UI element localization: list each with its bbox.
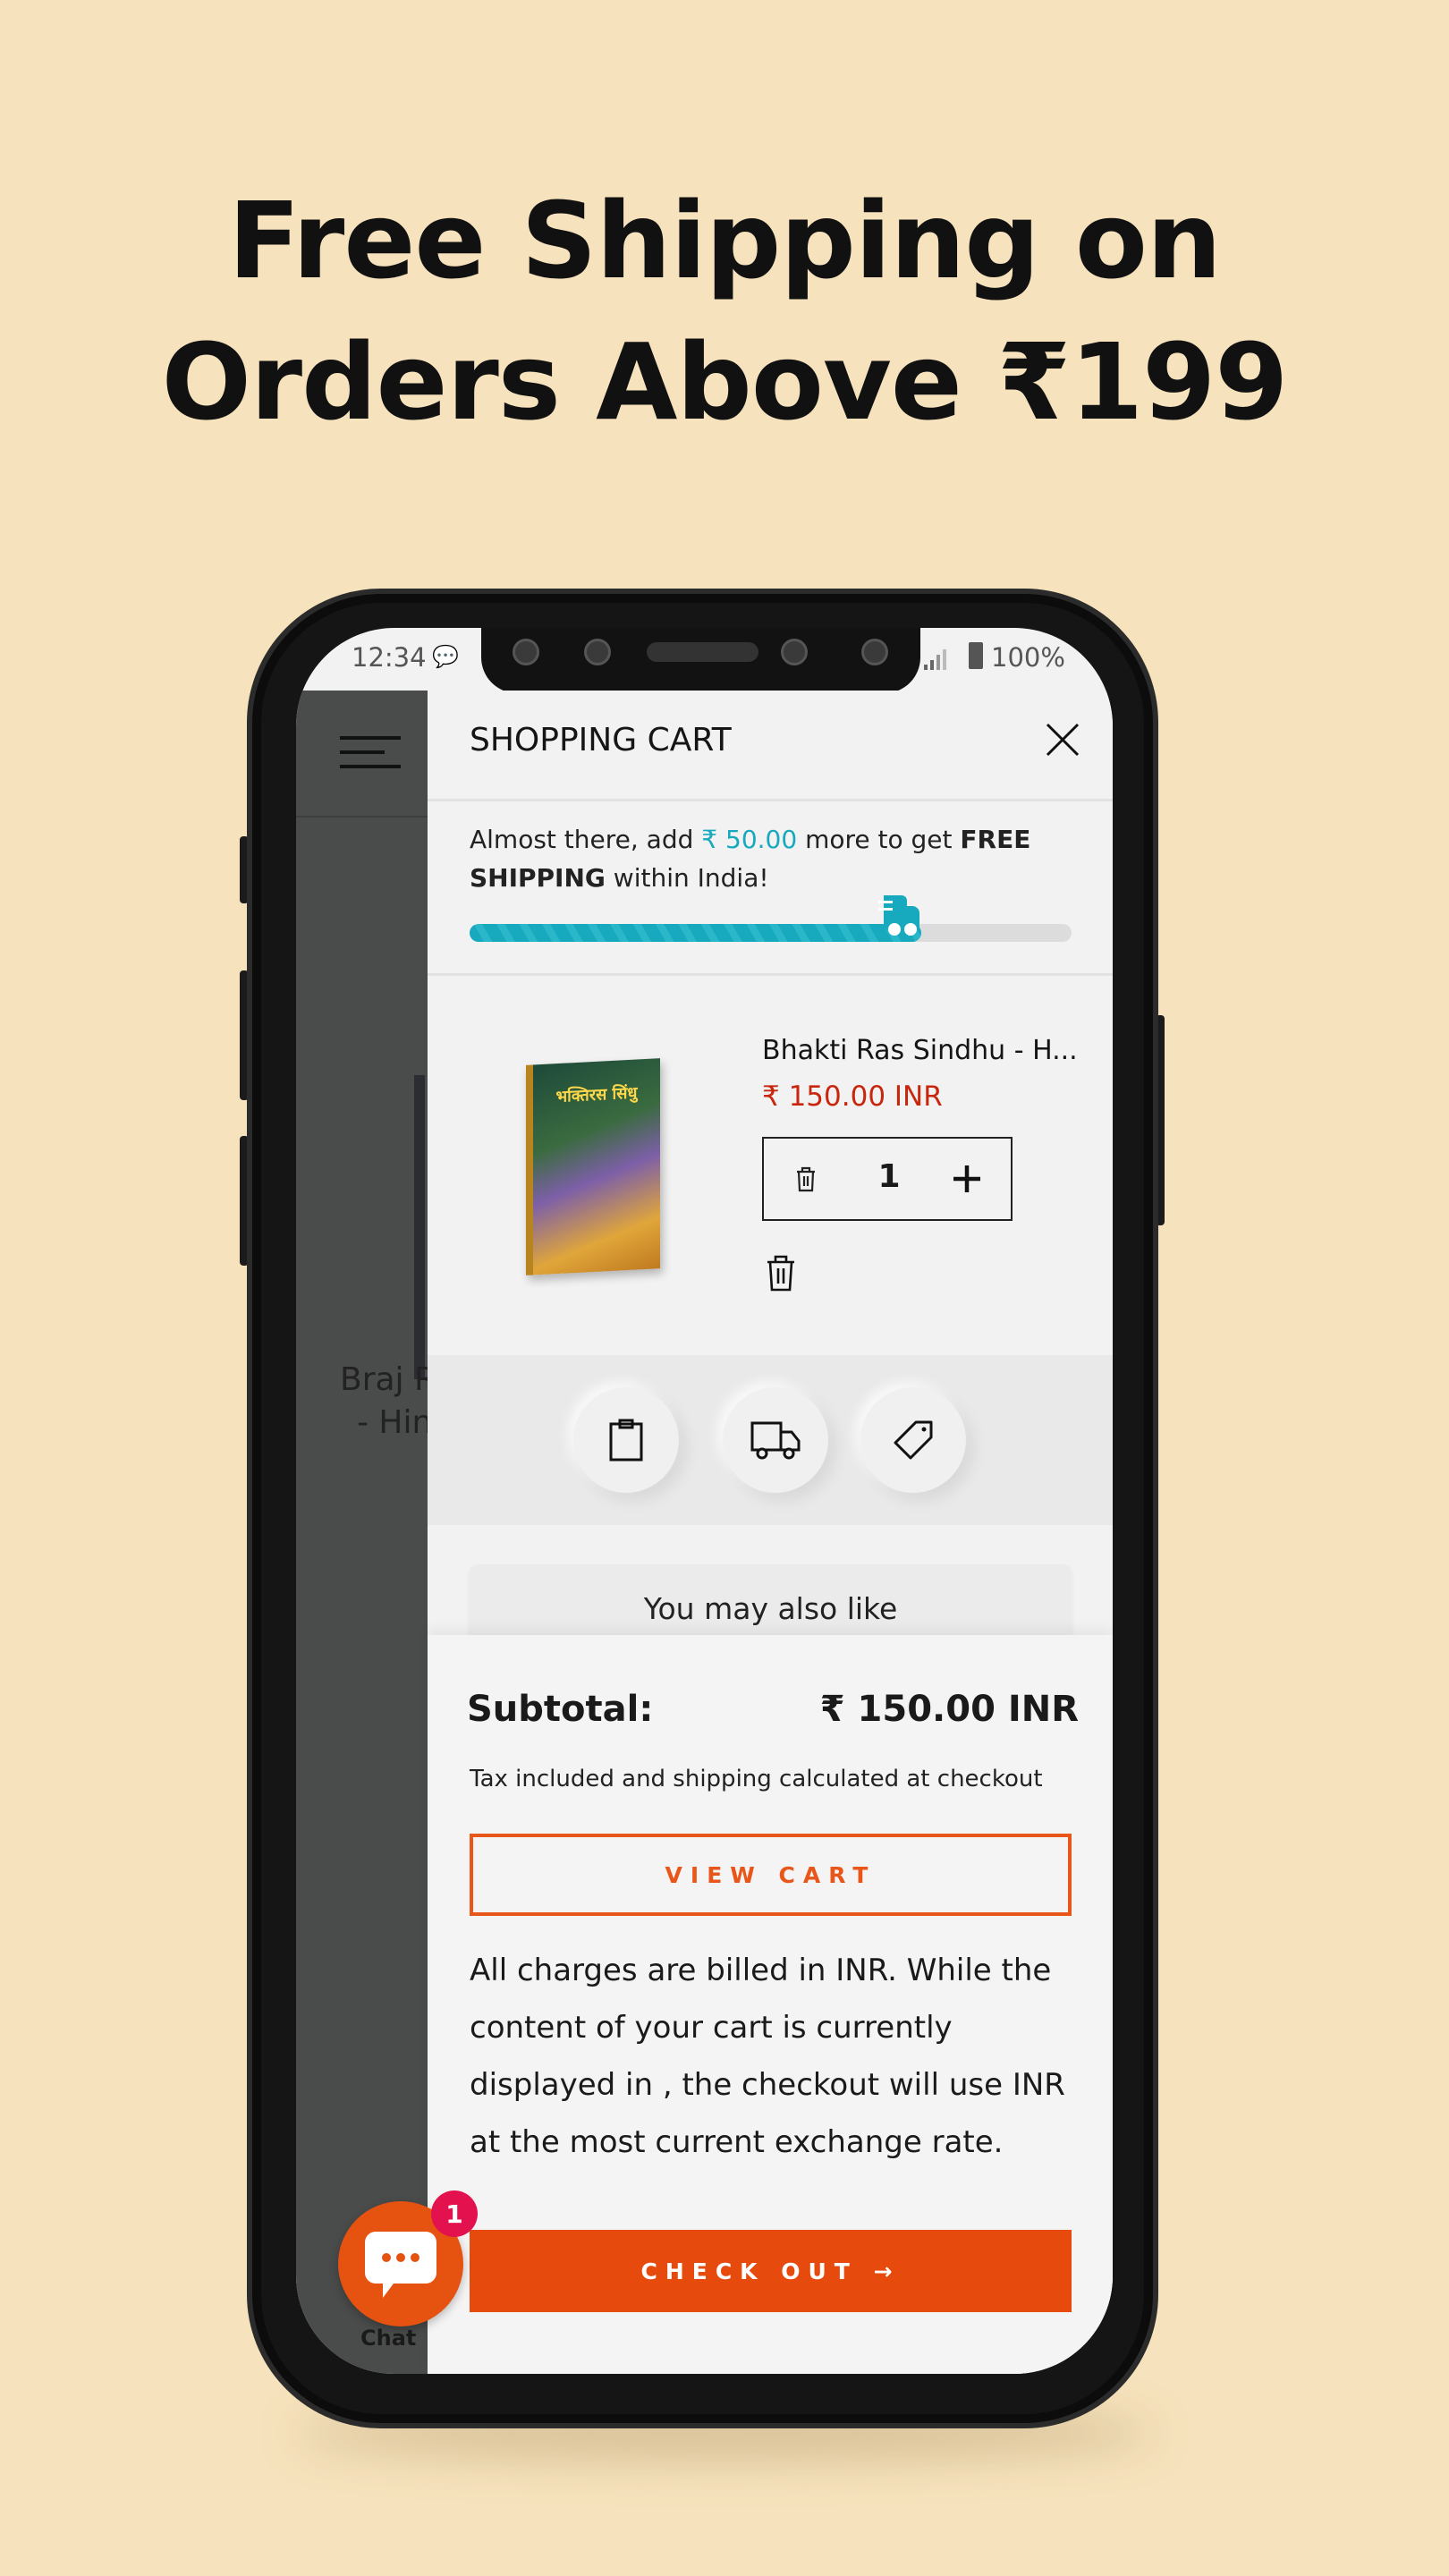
phone-screen: 12:34 💬 100% Braj R - Hin SHOPPING CART … xyxy=(296,628,1113,2374)
upsell-title: You may also like xyxy=(643,1591,898,1626)
close-icon[interactable] xyxy=(1045,722,1080,758)
hamburger-menu-icon[interactable] xyxy=(340,736,401,768)
shipping-progress-bar xyxy=(470,895,1072,942)
decrease-trash-icon[interactable] xyxy=(795,1165,817,1192)
headline-line-1: Free Shipping on xyxy=(228,179,1222,302)
clipboard-icon xyxy=(609,1419,643,1462)
order-note-button[interactable] xyxy=(573,1387,679,1493)
discount-button[interactable] xyxy=(860,1387,966,1493)
quantity-value[interactable]: 1 xyxy=(871,1158,907,1195)
remaining-amount: ₹ 50.00 xyxy=(701,825,798,854)
notification-icon: 💬 xyxy=(432,644,459,669)
subtotal-value: ₹ 150.00 INR xyxy=(819,1689,1079,1730)
camera-notch xyxy=(481,628,920,693)
shipping-estimate-button[interactable] xyxy=(723,1387,828,1493)
product-price: ₹ 150.00 INR xyxy=(762,1080,943,1113)
chat-label: Chat xyxy=(360,2326,417,2351)
background-product-title-2: - Hin xyxy=(357,1404,433,1441)
cart-drawer: SHOPPING CART Almost there, add ₹ 50.00 … xyxy=(428,691,1113,2374)
remove-item-trash-icon[interactable] xyxy=(766,1254,796,1292)
view-cart-button[interactable]: VIEW CART xyxy=(470,1834,1072,1916)
currency-note: All charges are billed in INR. While the… xyxy=(470,1953,1065,2160)
chat-badge: 1 xyxy=(431,2190,478,2237)
battery-icon xyxy=(969,642,983,669)
background-product-image xyxy=(414,1075,425,1379)
battery-level: 100% xyxy=(991,642,1065,673)
tax-note: Tax included and shipping calculated at … xyxy=(470,1766,1043,1792)
product-image[interactable]: भक्तिरस सिंधु xyxy=(526,1058,660,1275)
headline-line-2: Orders Above ₹199 xyxy=(161,320,1289,444)
cart-actions-band xyxy=(428,1355,1113,1525)
chat-bubble-icon xyxy=(365,2232,436,2298)
plus-icon[interactable] xyxy=(952,1164,982,1194)
status-time: 12:34 xyxy=(352,642,427,673)
promo-headline: Free Shipping on Orders Above ₹199 xyxy=(0,170,1449,453)
product-name[interactable]: Bhakti Ras Sindhu - H... xyxy=(762,1035,1078,1066)
cart-footer: Subtotal: ₹ 150.00 INR Tax included and … xyxy=(428,1635,1113,2374)
upsell-section: You may also like xyxy=(470,1564,1072,1645)
signal-icon xyxy=(922,646,947,670)
quantity-stepper: 1 xyxy=(762,1137,1013,1221)
truck-icon xyxy=(877,892,921,938)
free-shipping-message: Almost there, add ₹ 50.00 more to get FR… xyxy=(470,825,1031,893)
checkout-button[interactable]: CHECK OUT → xyxy=(470,2230,1072,2312)
cart-title: SHOPPING CART xyxy=(470,722,732,758)
subtotal-label: Subtotal: xyxy=(467,1689,654,1730)
tag-icon xyxy=(894,1420,933,1460)
page-overlay[interactable]: Braj R - Hin xyxy=(296,691,436,2374)
background-product-title: Braj R xyxy=(340,1361,437,1398)
truck-outline-icon xyxy=(750,1421,801,1460)
